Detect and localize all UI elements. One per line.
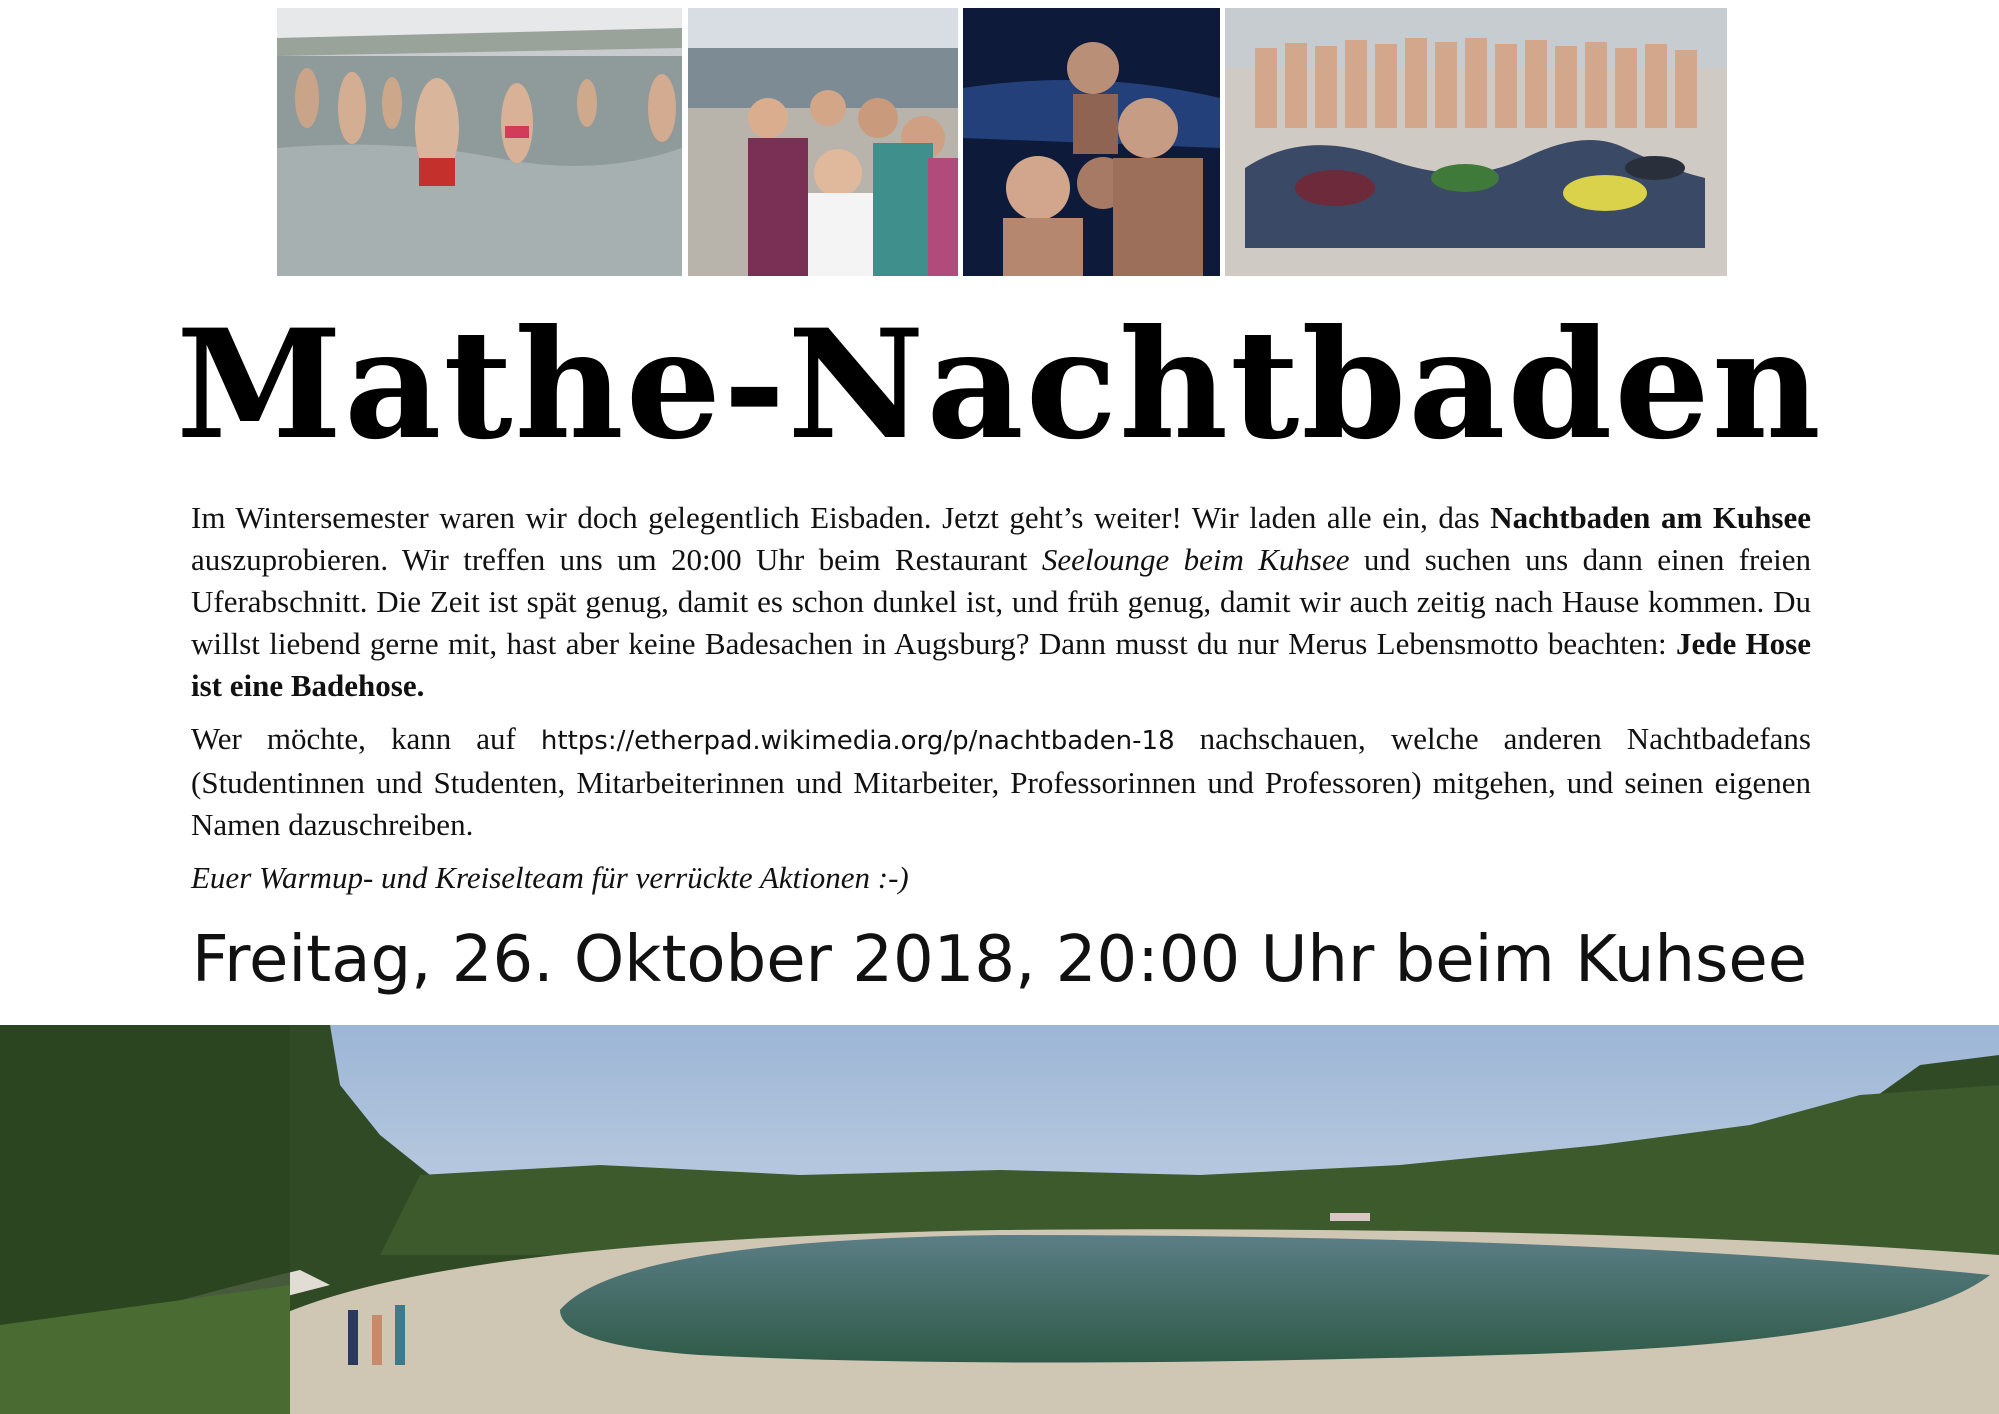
intro-paragraph: Im Wintersemester waren wir doch gelegen…: [191, 497, 1811, 707]
intro-restaurant-name: Seelounge beim Kuhsee: [1041, 542, 1350, 577]
intro-bold-location: Nachtbaden am Kuhsee: [1490, 500, 1811, 535]
etherpad-link[interactable]: https://etherpad.wikimedia.org/p/nachtba…: [541, 726, 1175, 756]
signup-paragraph: Wer möchte, kann auf https://etherpad.wi…: [191, 718, 1811, 846]
body-text: Im Wintersemester waren wir doch gelegen…: [191, 497, 1811, 910]
page-title: Mathe-Nachtbaden: [176, 297, 1823, 473]
photo-night-selfie: [963, 8, 1220, 276]
photo-kuhsee-panorama: [0, 1025, 1999, 1414]
photo-icy-lake-swimmers: [277, 8, 682, 276]
photo-group-on-beach: [1225, 8, 1727, 276]
intro-text-2: auszuprobieren. Wir treffen uns um: [191, 542, 672, 577]
event-date-line: Freitag, 26. Oktober 2018, 20:00 Uhr bei…: [191, 923, 1808, 997]
intro-text-1: Im Wintersemester waren wir doch gelegen…: [191, 500, 1491, 535]
photo-group-selfie-winter: [688, 8, 958, 276]
intro-time: 20:00: [671, 542, 742, 577]
photo-strip: [0, 0, 1999, 278]
signup-text-1: Wer möchte, kann auf: [191, 721, 541, 756]
intro-text-3: Uhr beim Restaurant: [741, 542, 1042, 577]
signature: Euer Warmup- und Kreiselteam für verrück…: [191, 860, 909, 895]
